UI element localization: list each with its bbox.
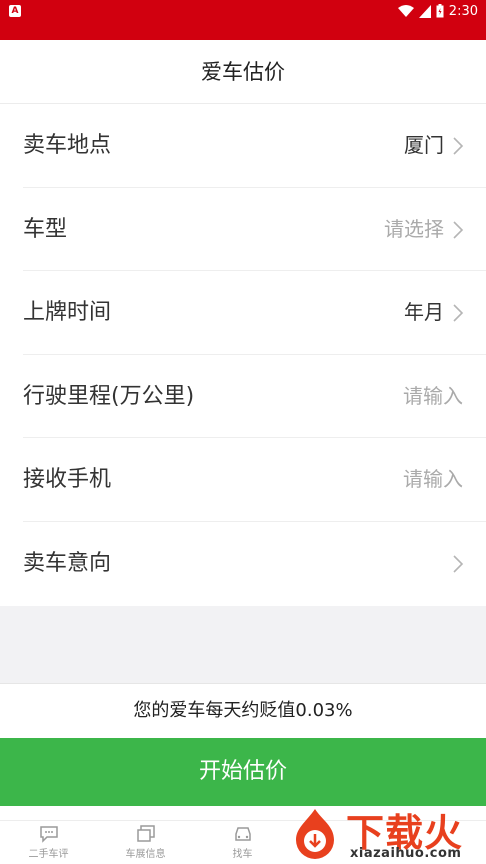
start-valuation-button[interactable]: 开始估价 xyxy=(0,738,486,806)
tab-label: 二手车评 xyxy=(28,849,69,860)
sell-intention-label: 卖车意向 xyxy=(23,550,112,576)
phone-input[interactable]: 请输入 xyxy=(403,438,463,521)
chevron-right-icon xyxy=(453,137,464,155)
watermark-logo: 下载火 xiazaihuo.com xyxy=(284,800,486,864)
tab-label: 找车 xyxy=(232,849,253,860)
chat-icon xyxy=(39,826,58,843)
sell-intention-row[interactable]: 卖车意向 xyxy=(23,522,486,606)
phone-label: 接收手机 xyxy=(23,467,112,493)
wifi-icon xyxy=(397,4,414,17)
mileage-row: 行驶里程(万公里) 请输入 xyxy=(23,355,486,439)
phone-row: 接收手机 请输入 xyxy=(23,438,486,522)
sell-location-label: 卖车地点 xyxy=(23,133,112,158)
tab-find-car[interactable]: 找车 xyxy=(194,825,291,860)
chevron-right-icon xyxy=(453,555,464,573)
registration-date-row[interactable]: 上牌时间 年月 xyxy=(23,271,486,355)
mileage-label: 行驶里程(万公里) xyxy=(23,383,195,409)
status-time: 2:30 xyxy=(448,3,478,19)
sell-location-value: 厦门 xyxy=(404,133,444,157)
car-icon xyxy=(234,827,251,841)
mileage-input[interactable]: 请输入 xyxy=(403,355,463,438)
flame-logo-icon xyxy=(296,809,334,859)
valuation-form: 卖车地点 厦门 车型 请选择 上牌时间 年月 行驶里程(万公里) 请输入 接收手… xyxy=(0,104,486,606)
car-model-row[interactable]: 车型 请选择 xyxy=(23,188,486,272)
registration-date-label: 上牌时间 xyxy=(23,300,112,326)
exhibit-icon xyxy=(136,825,155,842)
car-model-label: 车型 xyxy=(23,216,68,242)
tab-used-car-review[interactable]: 二手车评 xyxy=(0,825,97,860)
battery-icon xyxy=(436,4,444,18)
chevron-right-icon xyxy=(453,221,464,239)
car-model-value: 请选择 xyxy=(384,216,444,241)
sell-location-row[interactable]: 卖车地点 厦门 xyxy=(23,104,486,188)
app-notification-icon: A xyxy=(9,5,21,17)
watermark-domain: xiazaihuo.com xyxy=(350,846,462,861)
app-bar: 爱车估价 xyxy=(0,40,486,104)
tab-auto-show[interactable]: 车展信息 xyxy=(97,825,194,860)
chevron-right-icon xyxy=(453,304,464,322)
registration-date-value: 年月 xyxy=(404,300,444,325)
depreciation-hint: 您的爱车每天约贬值0.03% xyxy=(133,700,353,721)
page-title: 爱车估价 xyxy=(201,60,285,84)
tab-label: 车展信息 xyxy=(125,849,166,860)
status-bar: A 2:30 xyxy=(0,0,486,40)
cell-signal-icon xyxy=(418,4,431,18)
